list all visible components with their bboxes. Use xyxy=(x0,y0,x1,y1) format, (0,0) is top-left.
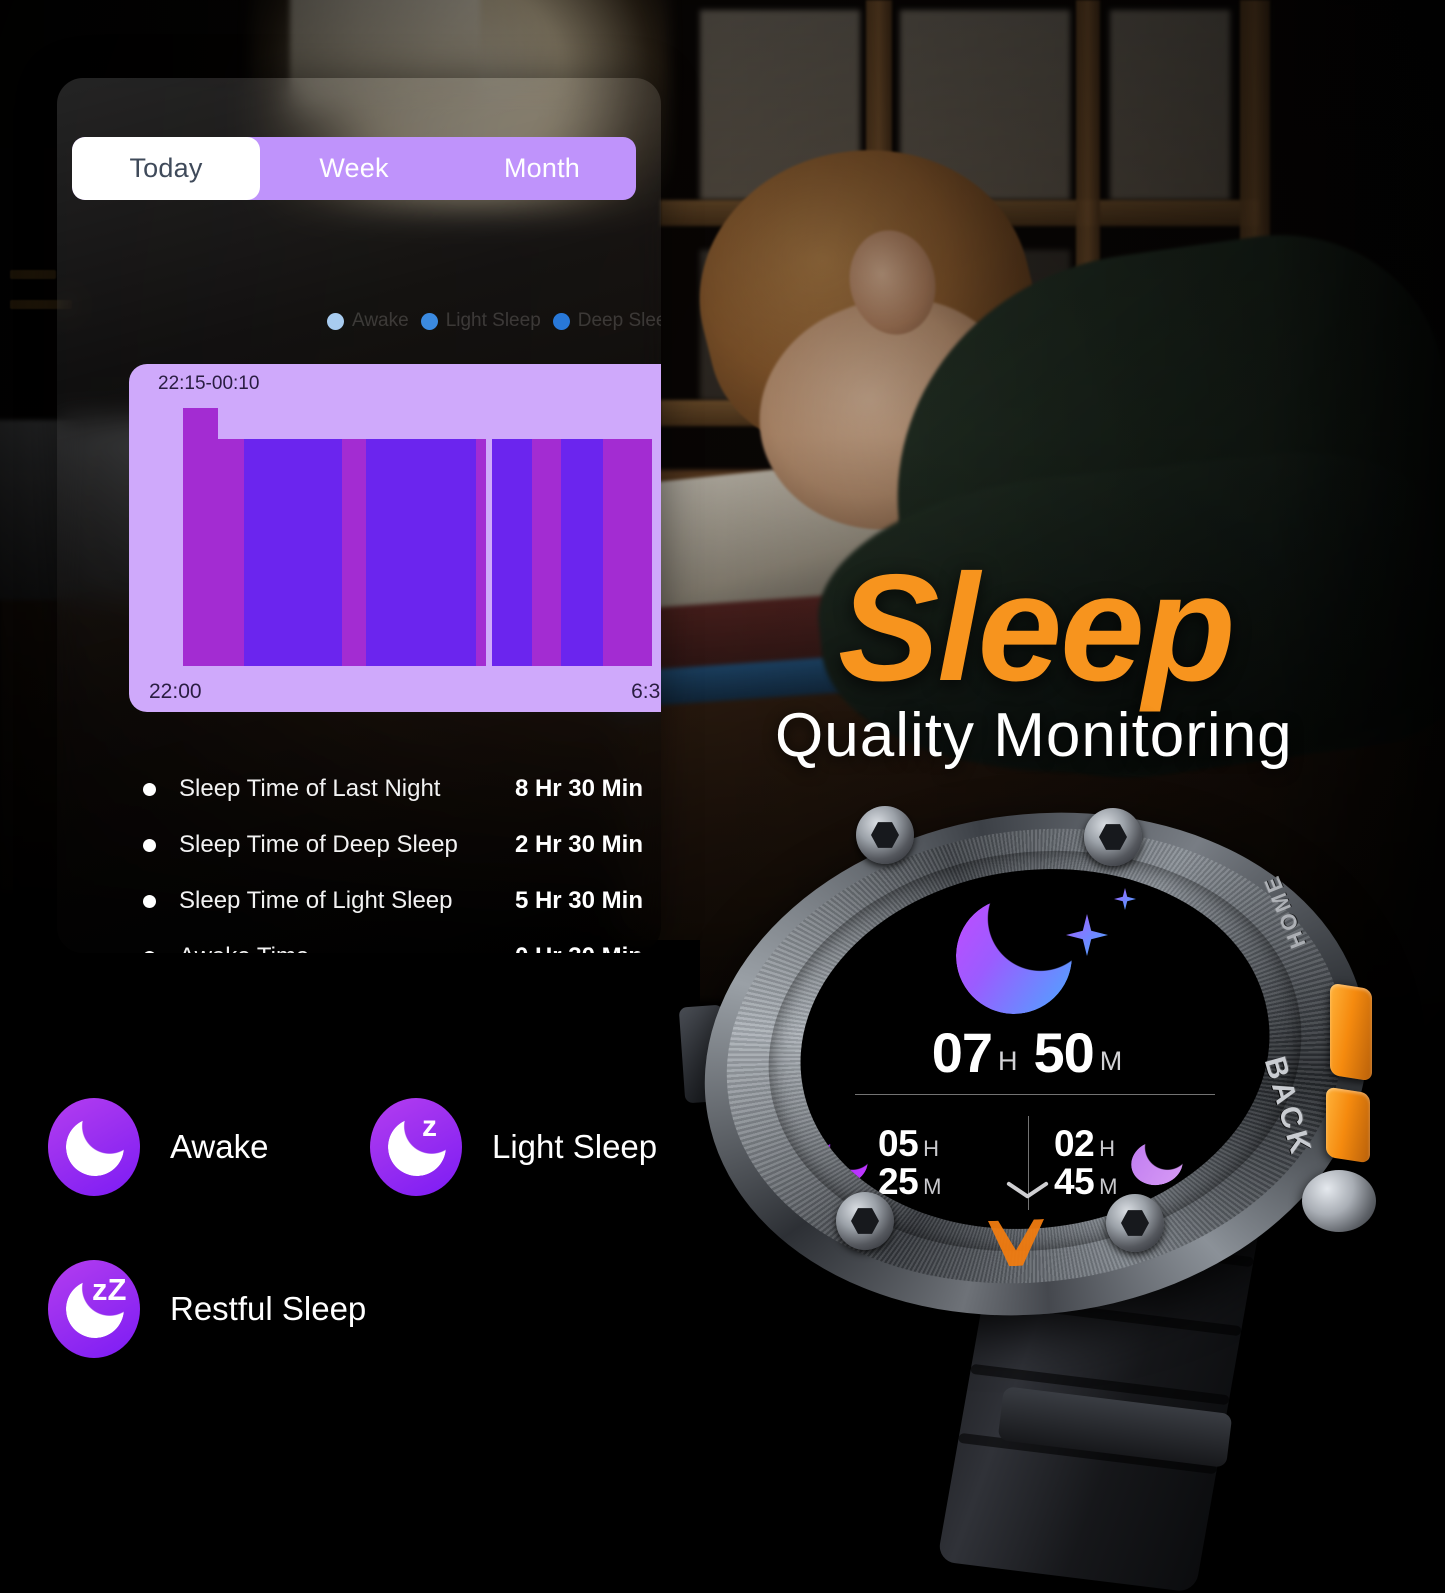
zz-glyph: zZ xyxy=(92,1272,127,1307)
chevron-down-icon[interactable] xyxy=(1005,1188,1051,1210)
stat-value: 8 Hr 30 Min xyxy=(514,775,643,802)
total-minutes: 50 xyxy=(1033,1021,1094,1084)
period-tab-bar[interactable]: Today Week Month xyxy=(72,137,636,200)
hypnogram-segment-deep-sleep xyxy=(560,438,603,666)
legend-dot-awake xyxy=(327,312,344,330)
sparkle-small-icon xyxy=(1114,888,1136,910)
watch-screw xyxy=(856,806,914,864)
moon-zz-icon: zZ xyxy=(48,1260,140,1358)
hypnogram-segment-light-sleep xyxy=(342,438,366,666)
tab-week[interactable]: Week xyxy=(260,137,448,200)
deep-minutes-unit: M xyxy=(923,1174,942,1199)
stat-value: 5 Hr 30 Min xyxy=(514,887,643,914)
table-row: Sleep Time of Light Sleep 5 Hr 30 Min xyxy=(143,873,643,929)
hypnogram-segment-light-sleep xyxy=(602,438,652,666)
legend-item-deep-sleep: Deep Sleep xyxy=(552,310,661,332)
deep-hours: 05 xyxy=(878,1123,919,1165)
bullet-icon xyxy=(143,950,156,953)
deep-sleep-duration: 05 H 25 M xyxy=(878,1123,942,1202)
total-hours: 07 xyxy=(931,1021,992,1084)
chart-legend: Awake Light Sleep Deep Sleep xyxy=(327,306,661,336)
stat-label: Awake Time xyxy=(179,943,309,953)
sleep-app-card: Today Week Month Awake Light Sleep Deep … xyxy=(57,78,661,953)
watch-divider-horizontal xyxy=(855,1094,1215,1095)
legend-label-light-sleep: Light Sleep xyxy=(445,310,541,331)
watch-screw xyxy=(836,1192,894,1250)
axis-label-start: 22:00 xyxy=(149,680,202,703)
moon-icon xyxy=(946,888,1082,1024)
watch-total-sleep: 07 H 50 M xyxy=(800,1020,1270,1085)
table-row: Sleep Time of Last Night 8 Hr 30 Min xyxy=(143,761,643,817)
stat-value: 0 Hr 30 Min xyxy=(515,943,643,953)
legend-awake-label: Awake xyxy=(170,1128,269,1165)
deep-minutes: 25 xyxy=(878,1161,919,1202)
stat-label: Sleep Time of Deep Sleep xyxy=(179,831,458,858)
hypnogram-segment-deep-sleep xyxy=(365,438,477,666)
table-row: Awake Time 0 Hr 30 Min xyxy=(143,929,643,953)
legend-restful-sleep-label: Restful Sleep xyxy=(170,1290,367,1327)
light-minutes-unit: M xyxy=(1099,1174,1118,1199)
light-hours: 02 xyxy=(1054,1123,1095,1165)
legend-dot-deep-sleep xyxy=(552,312,570,330)
legend-dot-light-sleep xyxy=(420,312,438,330)
watch-button-silver[interactable] xyxy=(1302,1170,1376,1232)
watch-screw xyxy=(1084,808,1142,866)
page-title: Sleep xyxy=(838,543,1236,713)
light-hours-unit: H xyxy=(1099,1136,1116,1162)
hypnogram-segment-light-sleep xyxy=(183,408,219,666)
sleep-chart-panel[interactable]: 22:15-00:10 22:00 6:30 xyxy=(129,364,661,712)
table-row: Sleep Time of Deep Sleep 2 Hr 30 Min xyxy=(143,817,643,873)
hypnogram-segment-light-sleep xyxy=(476,438,486,666)
tab-month[interactable]: Month xyxy=(448,137,636,200)
moon-icon xyxy=(48,1098,140,1196)
tab-today[interactable]: Today xyxy=(72,137,260,200)
total-hours-unit: H xyxy=(998,1046,1018,1076)
smartwatch-product-image: 07 H 50 M 05 H 25 M 02 H 45 M BACK HOME xyxy=(676,785,1396,1593)
sparkle-icon xyxy=(1066,914,1108,956)
watch-button-orange-bottom[interactable] xyxy=(1326,1086,1370,1164)
moon-deep-icon xyxy=(811,1136,873,1190)
page-subtitle: Quality Monitoring xyxy=(775,701,1293,770)
watch-screw xyxy=(1106,1194,1164,1252)
stat-label: Sleep Time of Last Night xyxy=(179,775,441,802)
legend-label-awake: Awake xyxy=(352,310,409,331)
stat-value: 2 Hr 30 Min xyxy=(514,831,643,858)
z-glyph: z xyxy=(422,1110,437,1143)
bullet-icon xyxy=(143,894,156,908)
watch-screen[interactable]: 07 H 50 M 05 H 25 M 02 H 45 M xyxy=(791,849,1279,1249)
legend-item-light-sleep: Light Sleep xyxy=(420,310,541,332)
legend-label-deep-sleep: Deep Sleep xyxy=(577,310,661,331)
light-minutes: 45 xyxy=(1054,1161,1095,1202)
legend-light-sleep: z Light Sleep xyxy=(370,1098,657,1196)
legend-light-sleep-label: Light Sleep xyxy=(492,1128,658,1165)
deep-hours-unit: H xyxy=(923,1136,940,1162)
bullet-icon xyxy=(143,782,156,796)
legend-restful-sleep: zZ Restful Sleep xyxy=(48,1260,366,1358)
hypnogram-segment-deep-sleep xyxy=(243,438,343,666)
legend-awake: Awake xyxy=(48,1098,268,1196)
axis-label-end: 6:30 xyxy=(631,680,661,703)
legend-item-awake: Awake xyxy=(327,310,409,332)
light-sleep-duration: 02 H 45 M xyxy=(1054,1123,1118,1202)
moon-z-icon: z xyxy=(370,1098,462,1196)
stat-label: Sleep Time of Light Sleep xyxy=(179,887,453,914)
moon-light-icon xyxy=(1127,1136,1188,1190)
hypnogram-segment-light-sleep xyxy=(532,438,561,666)
sleep-hypnogram xyxy=(183,408,652,666)
chart-caption: 22:15-00:10 xyxy=(158,373,260,394)
watch-button-orange-top[interactable] xyxy=(1330,982,1372,1082)
hypnogram-segment-light-sleep xyxy=(218,438,244,666)
bullet-icon xyxy=(143,838,156,852)
sleep-stats-list: Sleep Time of Last Night 8 Hr 30 Min Sle… xyxy=(143,761,643,953)
hypnogram-segment-deep-sleep xyxy=(491,438,533,666)
total-minutes-unit: M xyxy=(1099,1046,1123,1076)
